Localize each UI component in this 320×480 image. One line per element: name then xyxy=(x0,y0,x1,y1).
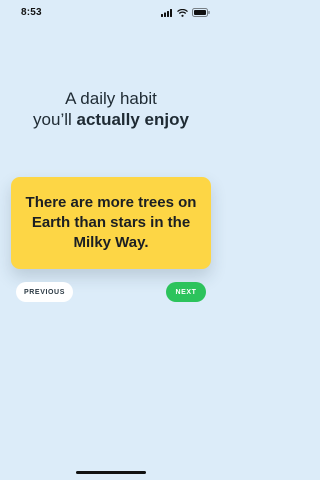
previous-button[interactable]: PREVIOUS xyxy=(16,282,73,302)
headline-line-1: A daily habit xyxy=(65,89,157,108)
signal-icon xyxy=(161,8,173,17)
headline-emphasis: actually enjoy xyxy=(76,110,189,129)
wifi-icon xyxy=(177,8,188,17)
status-icons xyxy=(161,8,210,17)
battery-icon xyxy=(192,8,210,17)
headline-line-2-prefix: you’ll xyxy=(33,110,77,129)
headline-line-2: you’ll actually enjoy xyxy=(0,109,222,130)
fact-text: There are more trees on Earth than stars… xyxy=(25,194,197,251)
status-time: 8:53 xyxy=(21,7,42,18)
next-button[interactable]: NEXT xyxy=(166,282,206,302)
status-bar: 8:53 xyxy=(0,0,222,24)
home-indicator[interactable] xyxy=(76,471,146,474)
fact-card[interactable]: There are more trees on Earth than stars… xyxy=(11,177,211,269)
headline: A daily habit you’ll actually enjoy xyxy=(0,88,222,130)
